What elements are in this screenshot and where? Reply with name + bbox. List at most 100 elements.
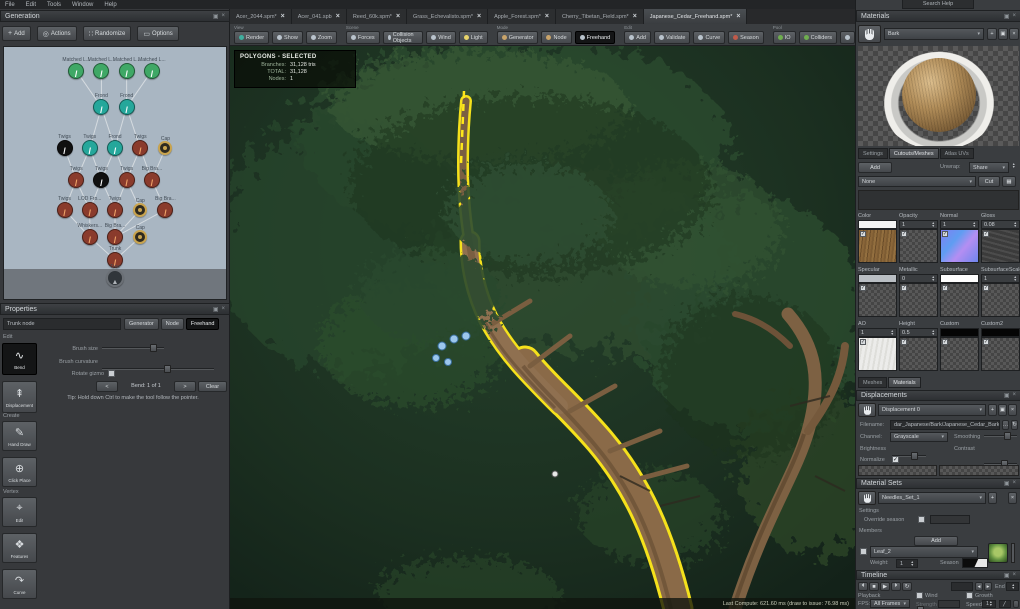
- options-button[interactable]: ▭Options: [137, 26, 178, 41]
- value-stepper[interactable]: ▲▼: [932, 222, 935, 228]
- dock-icon[interactable]: ▣: [1004, 480, 1010, 487]
- map-enabled-checkbox[interactable]: ✓: [983, 339, 989, 345]
- map-swatch-color[interactable]: [858, 220, 897, 229]
- graph-node-matched-l[interactable]: Matched L.../: [93, 63, 109, 79]
- graph-node-cap[interactable]: Cap: [133, 230, 147, 244]
- cut-button[interactable]: Cut: [978, 176, 1000, 187]
- menu-file[interactable]: File: [5, 2, 15, 8]
- graph-node-matched-l[interactable]: Matched L.../: [68, 63, 84, 79]
- frame-forward-icon[interactable]: ▸: [984, 582, 992, 591]
- tab-close-icon[interactable]: ×: [545, 13, 549, 20]
- map-value-normal[interactable]: 1▲▼: [940, 220, 979, 229]
- graph-node-tree[interactable]: Tree▲: [106, 269, 124, 287]
- add-button[interactable]: +Add: [2, 26, 31, 41]
- map-value-height[interactable]: 0.5▲▼: [899, 328, 938, 337]
- validate-button[interactable]: Validate: [654, 31, 690, 44]
- unwrap-dropdown[interactable]: Share▾: [969, 162, 1009, 173]
- curve-tool-button[interactable]: ↷Curve: [2, 569, 37, 599]
- close-icon[interactable]: ×: [1012, 572, 1016, 579]
- map-thumbnail-custom[interactable]: ✓: [940, 337, 979, 371]
- growth-checkbox[interactable]: ✓: [966, 592, 973, 599]
- map-thumbnail-subsurfacescale[interactable]: ✓: [981, 283, 1020, 317]
- cutout-mesh-dropdown[interactable]: None▾: [858, 176, 976, 187]
- dock-icon[interactable]: ▣: [213, 306, 219, 313]
- tab-close-icon[interactable]: ×: [281, 13, 285, 20]
- map-swatch-custom2[interactable]: [981, 328, 1020, 337]
- material-set-selector-dropdown[interactable]: Needles_Set_1▾: [878, 492, 986, 504]
- material-preview[interactable]: [858, 46, 1019, 146]
- graph-node-cap[interactable]: Cap: [158, 141, 172, 155]
- value-stepper[interactable]: ▲▼: [891, 330, 894, 336]
- value-stepper[interactable]: ▲▼: [973, 222, 976, 228]
- brush-size-slider[interactable]: [102, 344, 164, 352]
- play-icon[interactable]: ▶: [880, 582, 890, 591]
- extra-button[interactable]: [840, 31, 855, 44]
- map-thumbnail-specular[interactable]: ✓: [858, 283, 897, 317]
- graph-node-cap[interactable]: Cap: [133, 203, 147, 217]
- map-enabled-checkbox[interactable]: ✓: [860, 339, 866, 345]
- graph-node-big-bra[interactable]: Big Bra.../: [157, 202, 173, 218]
- dock-icon[interactable]: ▣: [1004, 572, 1010, 579]
- map-thumbnail-subsurface[interactable]: ✓: [940, 283, 979, 317]
- randomize-button[interactable]: ∷Randomize: [83, 26, 132, 41]
- features-tool-button[interactable]: ❖Features: [2, 533, 37, 563]
- node-button[interactable]: Node: [541, 31, 571, 44]
- end-frame-field[interactable]: ▲▼: [1006, 582, 1019, 591]
- add-member-button[interactable]: Add: [914, 536, 958, 546]
- map-enabled-checkbox[interactable]: ✓: [901, 339, 907, 345]
- duplicate-material-button[interactable]: ▣: [998, 28, 1008, 40]
- override-season-field[interactable]: [930, 515, 970, 524]
- tab-grass-echevalisto-spm[interactable]: Grass_Echevalisto.spm*×: [407, 9, 488, 24]
- wind-checkbox[interactable]: ✓: [916, 592, 923, 599]
- map-value-subsurfacescale[interactable]: 1▲▼: [981, 274, 1020, 283]
- map-value-gloss[interactable]: 0.08▲▼: [981, 220, 1020, 229]
- mode-generator-button[interactable]: Generator: [124, 318, 159, 330]
- graph-node-twigs[interactable]: Twigs/: [57, 202, 73, 218]
- generator-button[interactable]: Generator: [497, 31, 539, 44]
- graph-node-twigs[interactable]: Twigs/: [132, 140, 148, 156]
- light-button[interactable]: Light: [459, 31, 488, 44]
- displacement-tool-button[interactable]: ⇞Displacement: [2, 381, 37, 413]
- season-button[interactable]: Season: [728, 31, 764, 44]
- graph-node-twigs[interactable]: Twigs/: [119, 172, 135, 188]
- frame-back-icon[interactable]: ◂: [975, 582, 983, 591]
- map-enabled-checkbox[interactable]: ✓: [942, 339, 948, 345]
- map-enabled-checkbox[interactable]: ✓: [860, 231, 866, 237]
- forces-button[interactable]: Forces: [346, 31, 380, 44]
- tab-reed-60k-spm[interactable]: Reed_60k.spm*×: [347, 9, 407, 24]
- smoothing-slider[interactable]: [984, 432, 1017, 440]
- mode-node-button[interactable]: Node: [161, 318, 184, 330]
- map-thumbnail-opacity[interactable]: ✓: [899, 229, 938, 263]
- graph-node-big-bra[interactable]: Big Bra.../: [144, 172, 160, 188]
- tab-cutouts-meshes[interactable]: Cutouts/Meshes: [889, 148, 939, 159]
- value-stepper[interactable]: ▲▼: [1014, 222, 1017, 228]
- tab-close-icon[interactable]: ×: [477, 13, 481, 20]
- bend-tool-button[interactable]: ∿Bend: [2, 343, 37, 375]
- 3d-viewport[interactable]: POLYGONS - SELECTED Branches:31,128 tris…: [230, 46, 855, 609]
- colliders-button[interactable]: Colliders: [799, 31, 837, 44]
- map-thumbnail-metallic[interactable]: ✓: [899, 283, 938, 317]
- tab-meshes[interactable]: Meshes: [858, 377, 887, 388]
- material-hand-tool-button[interactable]: [858, 25, 881, 43]
- current-frame-field[interactable]: [951, 582, 973, 591]
- bend-next-button[interactable]: >: [174, 381, 196, 392]
- tab-materials[interactable]: Materials: [888, 377, 920, 388]
- member-dropdown[interactable]: Leaf_2▾: [870, 546, 978, 558]
- unwrap-stepper[interactable]: ▲▼: [1012, 163, 1015, 169]
- loop-icon[interactable]: ↻: [902, 582, 912, 591]
- map-swatch-custom[interactable]: [940, 328, 979, 337]
- actions-button[interactable]: ◎Actions: [37, 26, 77, 41]
- hand-draw-tool-button[interactable]: ✎Hand Draw: [2, 421, 37, 451]
- tab-close-icon[interactable]: ×: [736, 13, 740, 20]
- map-thumbnail-height[interactable]: ✓: [899, 337, 938, 371]
- close-icon[interactable]: ×: [1012, 13, 1016, 20]
- clear-button[interactable]: Clear: [198, 381, 227, 392]
- material-selector-dropdown[interactable]: Bark▾: [884, 28, 984, 40]
- cutout-list-area[interactable]: [858, 190, 1019, 210]
- node-name-field[interactable]: Trunk node: [3, 318, 121, 330]
- show-button[interactable]: Show: [272, 31, 303, 44]
- rotate-gizmo-checkbox[interactable]: ✓: [108, 370, 115, 377]
- channel-dropdown[interactable]: Grayscale▾: [890, 432, 948, 442]
- add-button[interactable]: Add: [624, 31, 651, 44]
- delete-material-button[interactable]: ×: [1009, 28, 1019, 40]
